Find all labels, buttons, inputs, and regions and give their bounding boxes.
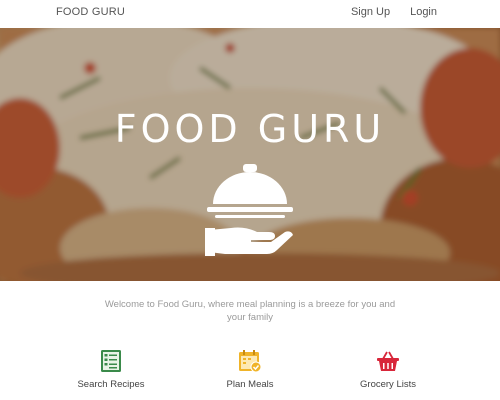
calendar-check-icon <box>239 350 262 373</box>
feature-label: Plan Meals <box>226 379 274 390</box>
feature-grocery-lists[interactable]: Grocery Lists <box>328 349 448 400</box>
feature-label: Grocery Lists <box>360 379 416 390</box>
welcome-tagline: Welcome to Food Guru, where meal plannin… <box>104 299 396 323</box>
nav-links: Sign Up Login <box>351 6 437 18</box>
feature-description <box>328 394 448 400</box>
top-navbar: FOOD GURU Sign Up Login <box>0 0 500 28</box>
sign-up-link[interactable]: Sign Up <box>351 6 390 18</box>
recipe-list-icon <box>101 350 121 372</box>
feature-description <box>51 394 171 400</box>
login-link[interactable]: Login <box>410 6 437 18</box>
feature-plan-meals[interactable]: Plan Meals <box>190 349 310 400</box>
hero-banner: FOOD GURU <box>0 28 500 281</box>
serving-cloche-hand-icon <box>205 164 293 256</box>
shopping-basket-icon <box>377 351 399 371</box>
feature-label: Search Recipes <box>77 379 145 390</box>
feature-row: Search Recipes Plan Meals Grocery Lists <box>0 349 500 400</box>
hero-title: FOOD GURU <box>114 107 386 151</box>
feature-search-recipes[interactable]: Search Recipes <box>51 349 171 400</box>
feature-description <box>190 394 310 400</box>
brand-logo-text[interactable]: FOOD GURU <box>56 6 125 18</box>
